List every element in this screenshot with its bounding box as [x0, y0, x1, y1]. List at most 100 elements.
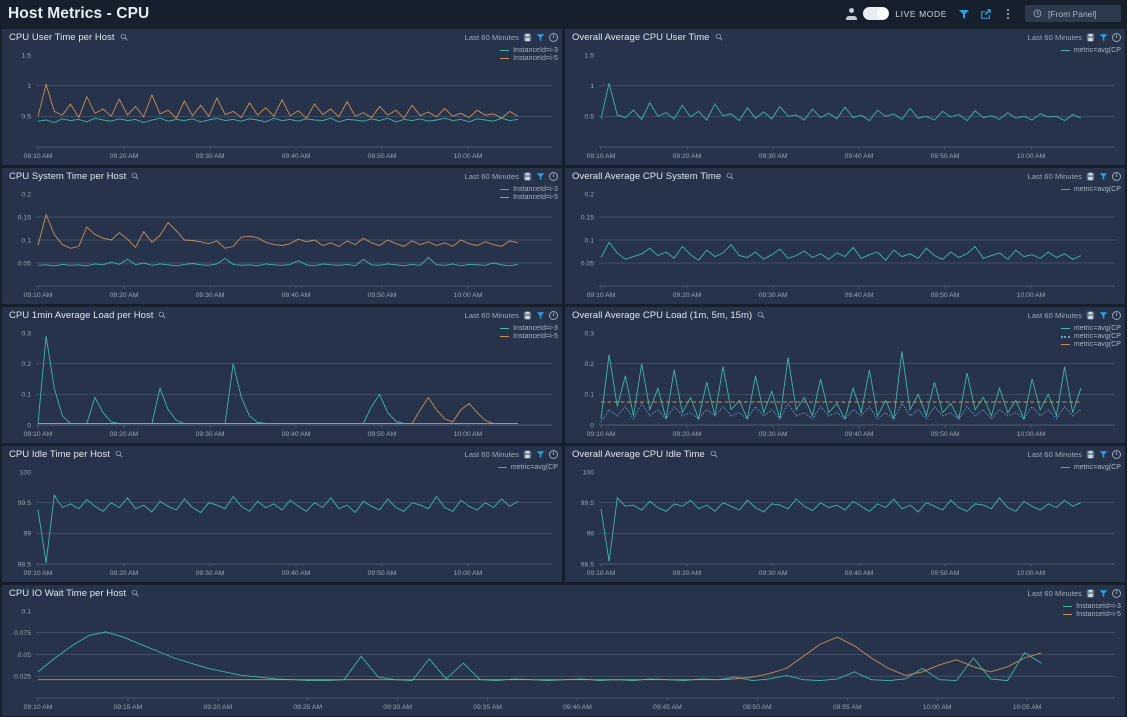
svg-text:09:50 AM: 09:50 AM [743, 704, 772, 711]
panel-header-actions: Last 60 Minutesi [465, 172, 558, 181]
filter-icon[interactable] [1099, 589, 1108, 598]
svg-text:09:50 AM: 09:50 AM [931, 153, 960, 160]
panel-header-actions: Last 60 Minutesi [465, 311, 558, 320]
info-icon[interactable]: i [1112, 311, 1121, 320]
filter-icon[interactable] [536, 33, 545, 42]
share-icon[interactable] [975, 3, 997, 25]
svg-text:09:20 AM: 09:20 AM [110, 292, 139, 299]
magnifier-icon[interactable] [710, 450, 718, 458]
svg-text:09:40 AM: 09:40 AM [282, 431, 311, 438]
svg-text:09:10 AM: 09:10 AM [24, 153, 53, 160]
info-icon[interactable]: i [1112, 450, 1121, 459]
chart-canvas[interactable]: 0.050.10.150.209:10 AM09:20 AM09:30 AM09… [2, 184, 562, 304]
save-icon[interactable] [1086, 172, 1095, 181]
panel-cpu-io-wait-time-per-host: CPU IO Wait Time per HostLast 60 Minutes… [2, 585, 1125, 716]
svg-text:0.3: 0.3 [585, 330, 595, 337]
panel-cpu-user-time-per-host: CPU User Time per HostLast 60 MinutesiIn… [2, 29, 562, 165]
info-icon[interactable]: i [549, 311, 558, 320]
magnifier-icon[interactable] [120, 33, 128, 41]
save-icon[interactable] [523, 450, 532, 459]
info-icon[interactable]: i [1112, 589, 1121, 598]
magnifier-icon[interactable] [726, 172, 734, 180]
panel-row-4: CPU Idle Time per HostLast 60 Minutesime… [2, 446, 1125, 582]
magnifier-icon[interactable] [715, 33, 723, 41]
magnifier-icon[interactable] [757, 311, 765, 319]
svg-text:09:50 AM: 09:50 AM [368, 431, 397, 438]
filter-icon[interactable] [536, 311, 545, 320]
live-mode-control[interactable]: LIVE MODE [840, 0, 953, 27]
svg-text:09:30 AM: 09:30 AM [759, 570, 788, 577]
panel-cpu-idle-time-per-host: CPU Idle Time per HostLast 60 Minutesime… [2, 446, 562, 582]
filter-icon[interactable] [953, 3, 975, 25]
panel-range-label: Last 60 Minutes [465, 33, 519, 42]
panel-header: CPU User Time per HostLast 60 Minutesi [2, 29, 562, 45]
svg-text:10:00 AM: 10:00 AM [454, 292, 483, 299]
chart-canvas[interactable]: 0.050.10.150.209:10 AM09:20 AM09:30 AM09… [565, 184, 1125, 304]
save-icon[interactable] [1086, 33, 1095, 42]
magnifier-icon[interactable] [131, 172, 139, 180]
chart-canvas[interactable]: 98.59999.510009:10 AM09:20 AM09:30 AM09:… [2, 462, 562, 582]
svg-text:0.05: 0.05 [18, 260, 31, 267]
more-vertical-icon[interactable] [997, 3, 1019, 25]
svg-text:0.05: 0.05 [581, 260, 594, 267]
svg-text:09:25 AM: 09:25 AM [293, 704, 322, 711]
svg-text:09:40 AM: 09:40 AM [563, 704, 592, 711]
panel-header-actions: Last 60 Minutes i [1028, 33, 1121, 42]
svg-text:09:30 AM: 09:30 AM [383, 704, 412, 711]
save-icon[interactable] [1086, 450, 1095, 459]
filter-icon[interactable] [1099, 172, 1108, 181]
time-range-selector[interactable]: [From Panel] [1025, 5, 1121, 22]
panel-header: CPU IO Wait Time per HostLast 60 Minutes… [2, 585, 1125, 601]
svg-text:0.2: 0.2 [22, 361, 32, 368]
chart-canvas[interactable]: 0.0250.050.0750.109:10 AM09:15 AM09:20 A… [2, 601, 1125, 716]
chart-canvas[interactable]: 98.59999.510009:10 AM09:20 AM09:30 AM09:… [565, 462, 1125, 582]
save-icon[interactable] [1086, 589, 1095, 598]
info-icon[interactable]: i [1112, 172, 1121, 181]
magnifier-icon[interactable] [115, 450, 123, 458]
svg-text:09:10 AM: 09:10 AM [587, 153, 616, 160]
filter-icon[interactable] [536, 172, 545, 181]
svg-text:09:20 AM: 09:20 AM [110, 570, 139, 577]
chart-canvas[interactable]: 0.511.509:10 AM09:20 AM09:30 AM09:40 AM0… [565, 45, 1125, 165]
info-icon[interactable]: i [549, 33, 558, 42]
panel-body: InstanceId=i-3InstanceId=i-50.511.509:10… [2, 45, 562, 165]
svg-text:09:20 AM: 09:20 AM [203, 704, 232, 711]
svg-text:09:40 AM: 09:40 AM [282, 570, 311, 577]
magnifier-icon[interactable] [131, 589, 139, 597]
panel-title: CPU System Time per Host [9, 171, 126, 182]
chart-canvas[interactable]: 00.10.20.309:10 AM09:20 AM09:30 AM09:40 … [2, 323, 562, 443]
magnifier-icon[interactable] [158, 311, 166, 319]
svg-text:0.3: 0.3 [22, 330, 32, 337]
chart-canvas[interactable]: 0.511.509:10 AM09:20 AM09:30 AM09:40 AM0… [2, 45, 562, 165]
live-mode-toggle[interactable] [863, 7, 889, 20]
panel-body: InstanceId=i-3InstanceId=i-50.050.10.150… [2, 184, 562, 304]
svg-text:1.5: 1.5 [22, 52, 32, 59]
panel-body: InstanceId=i-3InstanceId=i-500.10.20.309… [2, 323, 562, 443]
info-icon[interactable]: i [1112, 33, 1121, 42]
filter-icon[interactable] [1099, 450, 1108, 459]
svg-text:10:00 AM: 10:00 AM [1017, 570, 1046, 577]
svg-text:0: 0 [27, 422, 31, 429]
clock-icon [1033, 9, 1042, 18]
save-icon[interactable] [523, 33, 532, 42]
panel-title: CPU Idle Time per Host [9, 449, 110, 460]
filter-icon[interactable] [536, 450, 545, 459]
svg-text:09:30 AM: 09:30 AM [759, 292, 788, 299]
panel-range-label: Last 60 Minutes [1028, 33, 1082, 42]
save-icon[interactable] [1086, 311, 1095, 320]
info-icon[interactable]: i [549, 172, 558, 181]
svg-text:09:35 AM: 09:35 AM [473, 704, 502, 711]
dashboard-app: Host Metrics - CPU LIVE MODE [0, 0, 1127, 717]
filter-icon[interactable] [1099, 33, 1108, 42]
chart-canvas[interactable]: 00.10.20.309:10 AM09:20 AM09:30 AM09:40 … [565, 323, 1125, 443]
panel-row-2: CPU System Time per HostLast 60 Minutesi… [2, 168, 1125, 304]
panel-range-label: Last 60 Minutes [1028, 172, 1082, 181]
panel-body: metric=avg(CP0.050.10.150.209:10 AM09:20… [565, 184, 1125, 304]
info-icon[interactable]: i [549, 450, 558, 459]
svg-text:09:10 AM: 09:10 AM [24, 570, 53, 577]
svg-text:09:20 AM: 09:20 AM [110, 431, 139, 438]
save-icon[interactable] [523, 311, 532, 320]
panel-overall-average-cpu-user-time: Overall Average CPU User TimeLast 60 Min… [565, 29, 1125, 165]
save-icon[interactable] [523, 172, 532, 181]
filter-icon[interactable] [1099, 311, 1108, 320]
